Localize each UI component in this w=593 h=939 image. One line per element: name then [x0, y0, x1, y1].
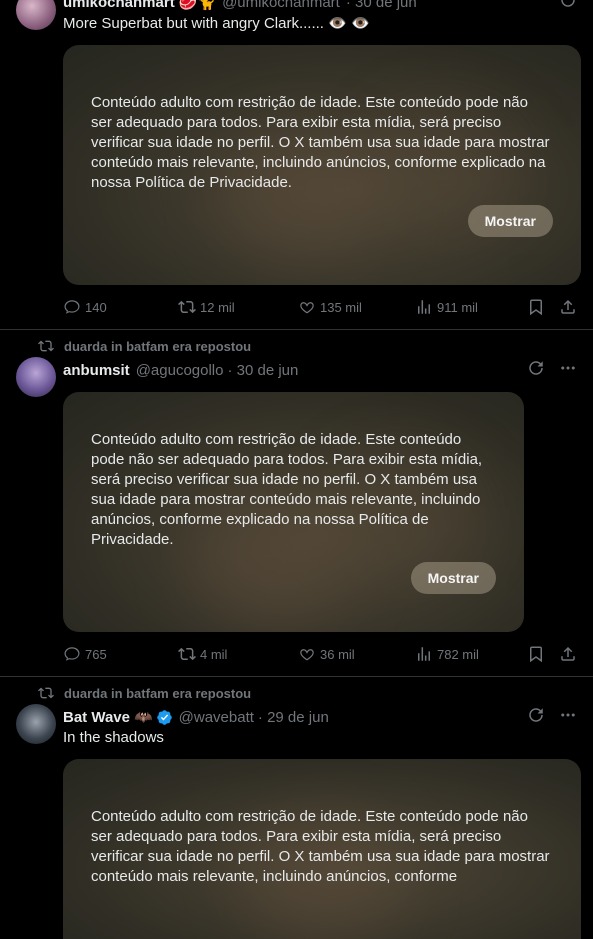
grok-icon[interactable]	[559, 0, 577, 13]
views-count: 782 mil	[437, 646, 479, 662]
author-emoji: 🥩🐈	[178, 0, 217, 11]
post-time[interactable]: · 30 de jun	[346, 0, 417, 11]
avatar[interactable]	[16, 0, 56, 30]
repost-icon	[38, 687, 54, 699]
reply-button[interactable]: 140	[63, 298, 178, 316]
like-button[interactable]: 135 mil	[298, 298, 415, 316]
reply-count: 765	[85, 646, 107, 662]
like-button[interactable]: 36 mil	[298, 645, 415, 663]
author-handle[interactable]: @umikochanmart	[222, 0, 340, 11]
show-media-button[interactable]: Mostrar	[410, 562, 496, 594]
repost-indicator[interactable]: duarda in batfam era repostou	[38, 338, 251, 354]
post-2[interactable]: duarda in batfam era repostou anbumsit @…	[0, 330, 593, 676]
repost-icon	[38, 340, 54, 352]
repost-by-text: duarda in batfam era repostou	[64, 338, 252, 354]
repost-count: 4 mil	[200, 646, 228, 662]
author-emoji: 🦇	[133, 709, 153, 726]
sensitive-media[interactable]: Conteúdo adulto com restrição de idade. …	[63, 45, 581, 285]
repost-indicator[interactable]: duarda in batfam era repostou	[38, 685, 251, 701]
reply-count: 140	[85, 299, 107, 315]
reply-icon	[64, 300, 80, 314]
age-restriction-message: Conteúdo adulto com restrição de idade. …	[91, 808, 550, 885]
post-text: In the shadows	[63, 729, 164, 746]
like-count: 135 mil	[320, 299, 362, 315]
author-name[interactable]: Bat Wave	[63, 709, 130, 726]
views-button[interactable]: 782 mil	[415, 645, 510, 663]
verified-badge-icon[interactable]	[156, 709, 173, 726]
share-icon[interactable]	[559, 298, 577, 316]
avatar[interactable]	[16, 357, 56, 397]
avatar[interactable]	[16, 704, 56, 744]
views-icon	[418, 647, 430, 661]
author-handle[interactable]: @agucogollo	[136, 362, 224, 379]
repost-icon	[178, 647, 196, 661]
author-name[interactable]: anbumsit	[63, 362, 130, 379]
age-restriction-message: Conteúdo adulto com restrição de idade. …	[91, 94, 550, 191]
sensitive-media[interactable]: Conteúdo adulto com restrição de idade. …	[63, 759, 581, 939]
post-1[interactable]: umikochanmart 🥩🐈 @umikochanmart · 30 de …	[0, 0, 593, 329]
bookmark-icon[interactable]	[527, 645, 545, 663]
reply-button[interactable]: 765	[63, 645, 178, 663]
post-text: More Superbat but with angry Clark......…	[63, 15, 370, 32]
repost-button[interactable]: 4 mil	[178, 645, 298, 663]
post-time[interactable]: · 30 de jun	[227, 362, 298, 379]
more-icon[interactable]	[559, 359, 577, 381]
grok-icon[interactable]	[527, 359, 545, 381]
grok-icon[interactable]	[527, 706, 545, 728]
like-icon	[300, 302, 314, 314]
reply-icon	[64, 647, 80, 661]
repost-by-text: duarda in batfam era repostou	[64, 685, 252, 701]
repost-icon	[178, 300, 196, 314]
author-handle[interactable]: @wavebatt	[179, 709, 254, 726]
views-button[interactable]: 911 mil	[415, 298, 510, 316]
like-icon	[300, 649, 314, 661]
more-icon[interactable]	[559, 706, 577, 728]
age-restriction-message: Conteúdo adulto com restrição de idade. …	[91, 431, 483, 548]
repost-count: 12 mil	[200, 299, 235, 315]
like-count: 36 mil	[320, 646, 355, 662]
sensitive-media[interactable]: Conteúdo adulto com restrição de idade. …	[63, 392, 524, 632]
show-media-button[interactable]: Mostrar	[467, 205, 553, 237]
author-name[interactable]: umikochanmart	[63, 0, 175, 11]
post-3[interactable]: duarda in batfam era repostou Bat Wave 🦇…	[0, 677, 593, 939]
post-time[interactable]: · 29 de jun	[258, 709, 329, 726]
views-icon	[418, 300, 430, 314]
repost-button[interactable]: 12 mil	[178, 298, 298, 316]
bookmark-icon[interactable]	[527, 298, 545, 316]
views-count: 911 mil	[437, 299, 478, 315]
share-icon[interactable]	[559, 645, 577, 663]
